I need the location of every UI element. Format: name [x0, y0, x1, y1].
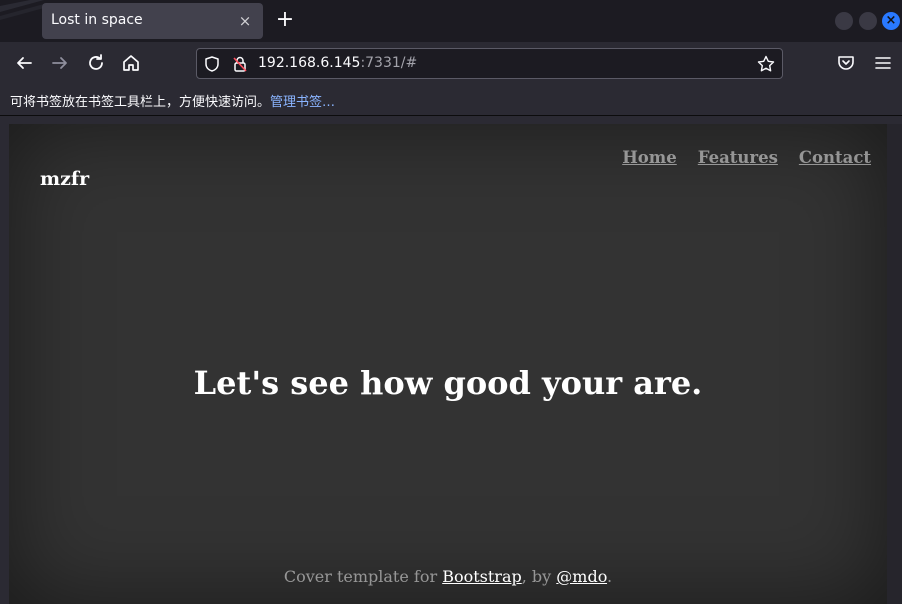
page-viewport: mzfr Home Features Contact Let's see how… — [0, 116, 902, 604]
cover-container: mzfr Home Features Contact Let's see how… — [9, 124, 887, 604]
window-minimize-button[interactable] — [835, 12, 853, 30]
tab-active[interactable]: Lost in space × — [42, 3, 263, 39]
shield-icon[interactable] — [203, 55, 221, 73]
hamburger-menu-icon[interactable] — [874, 53, 892, 73]
manage-bookmarks-link[interactable]: 管理书签… — [270, 95, 335, 110]
bookmarks-hint: 可将书签放在书签工具栏上，方便快速访问。管理书签… — [10, 91, 335, 110]
reload-icon — [89, 54, 103, 70]
forward-button[interactable] — [48, 51, 72, 75]
new-tab-button[interactable]: + — [272, 8, 298, 34]
bootstrap-link[interactable]: Bootstrap — [442, 567, 522, 586]
site-nav: Home Features Contact — [622, 148, 871, 167]
tab-strip: Lost in space × + × — [0, 0, 902, 42]
footer-middle: , by — [521, 567, 557, 586]
url-text[interactable]: 192.168.6.145:7331/# — [258, 55, 417, 71]
window-maximize-button[interactable] — [859, 12, 877, 30]
reload-button[interactable] — [84, 51, 108, 75]
url-bar[interactable]: 192.168.6.145:7331/# — [196, 48, 783, 79]
tab-title: Lost in space — [51, 12, 143, 28]
page-footer: Cover template for Bootstrap, by @mdo. — [9, 567, 887, 586]
footer-suffix: . — [607, 567, 613, 586]
home-icon — [123, 55, 139, 71]
arrow-left-icon — [17, 57, 32, 69]
back-button[interactable] — [12, 51, 36, 75]
arrow-right-icon — [52, 57, 67, 69]
page-headline: Let's see how good your are. — [193, 364, 703, 402]
nav-link-contact[interactable]: Contact — [799, 148, 871, 167]
star-icon[interactable] — [756, 54, 776, 74]
nav-link-home[interactable]: Home — [622, 148, 677, 167]
home-button[interactable] — [119, 51, 143, 75]
window-close-button[interactable]: × — [882, 12, 900, 30]
site-brand: mzfr — [40, 168, 90, 190]
navigation-toolbar: 192.168.6.145:7331/# — [0, 42, 902, 84]
url-path: :7331/# — [360, 55, 418, 71]
window-close-icon: × — [885, 13, 897, 28]
tabstrip-decoration — [0, 0, 44, 42]
footer-prefix: Cover template for — [283, 567, 443, 586]
bookmarks-hint-text: 可将书签放在书签工具栏上，方便快速访问。 — [10, 95, 271, 110]
mdo-link[interactable]: @mdo — [556, 567, 607, 586]
pocket-icon[interactable] — [836, 53, 856, 73]
bookmarks-toolbar: 可将书签放在书签工具栏上，方便快速访问。管理书签… — [0, 84, 902, 116]
lock-insecure-icon[interactable] — [231, 55, 249, 73]
tab-close-icon[interactable]: × — [235, 11, 255, 31]
nav-link-features[interactable]: Features — [698, 148, 778, 167]
url-host: 192.168.6.145 — [258, 55, 361, 71]
page-scrollbar[interactable] — [887, 124, 902, 604]
